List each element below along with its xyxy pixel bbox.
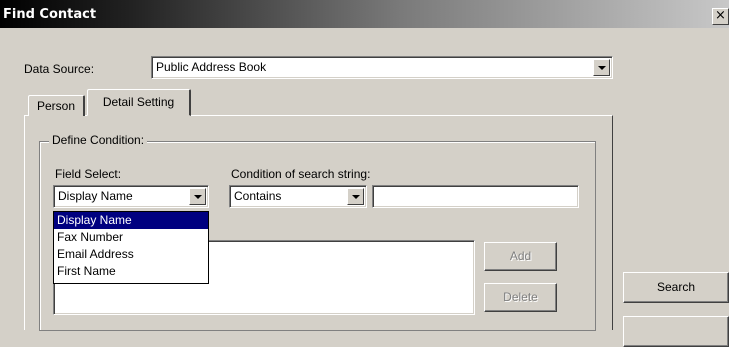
tab-detail-setting-label: Detail Setting xyxy=(102,95,175,109)
add-button[interactable]: Add xyxy=(484,242,557,271)
title-bar: Find Contact xyxy=(0,0,729,28)
tab-person-label: Person xyxy=(36,99,76,113)
field-select-value: Display Name xyxy=(58,189,133,203)
delete-button[interactable]: Delete xyxy=(484,283,557,312)
define-condition-title: Define Condition: xyxy=(49,133,148,147)
close-icon: × xyxy=(715,8,726,23)
field-select-dropdown[interactable]: Display Name xyxy=(53,185,209,208)
data-source-value: Public Address Book xyxy=(156,60,267,74)
dropdown-option-email-address[interactable]: Email Address xyxy=(54,246,208,263)
dropdown-option-display-name[interactable]: Display Name xyxy=(54,212,208,229)
data-source-label: Data Source: xyxy=(24,62,95,76)
data-source-select[interactable]: Public Address Book xyxy=(151,56,613,79)
condition-dropdown[interactable]: Contains xyxy=(229,185,367,208)
field-select-options: Display Name Fax Number Email Address Fi… xyxy=(53,211,209,284)
close-button[interactable]: × xyxy=(712,8,729,25)
condition-label: Condition of search string: xyxy=(231,167,371,181)
search-string-input[interactable] xyxy=(372,185,579,208)
condition-value: Contains xyxy=(234,189,282,203)
search-button[interactable]: Search xyxy=(623,272,729,303)
chevron-down-icon[interactable] xyxy=(593,59,610,76)
dropdown-option-fax-number[interactable]: Fax Number xyxy=(54,229,208,246)
tab-person[interactable]: Person xyxy=(28,95,85,116)
chevron-down-icon[interactable] xyxy=(189,188,206,205)
tab-detail-setting[interactable]: Detail Setting xyxy=(87,89,191,116)
secondary-button[interactable] xyxy=(623,316,729,347)
field-select-label: Field Select: xyxy=(55,167,122,181)
chevron-down-icon[interactable] xyxy=(347,188,364,205)
window-title: Find Contact xyxy=(3,7,97,22)
dropdown-option-first-name[interactable]: First Name xyxy=(54,263,208,280)
